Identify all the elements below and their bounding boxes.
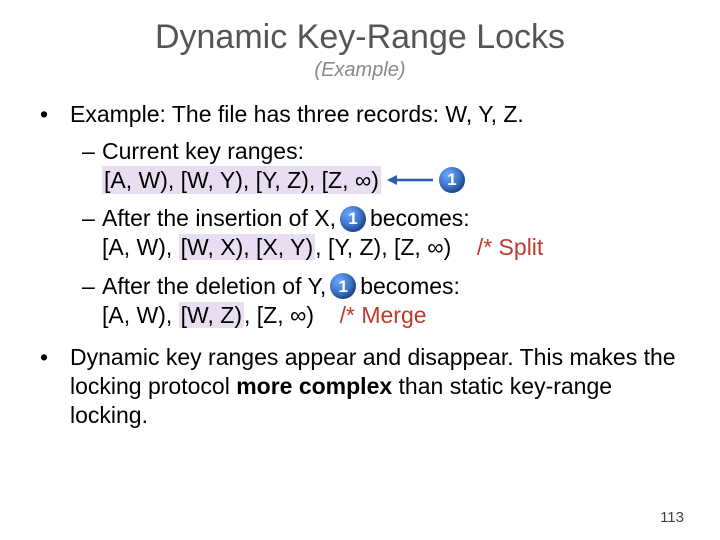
slide-title: Dynamic Key-Range Locks — [40, 18, 680, 57]
sub-3-ranges-a: [A, W), — [102, 302, 179, 328]
sub-1: – Current key ranges: [A, W), [W, Y), [Y… — [82, 137, 680, 195]
arrow-icon — [385, 170, 435, 190]
sub-2: – After the insertion of X, 1 becomes: [… — [82, 204, 680, 262]
bullet-dot: • — [40, 100, 70, 129]
bullet-2-strong: more complex — [236, 373, 392, 399]
sub-3-pre: After the deletion of Y, — [102, 272, 326, 301]
sub-3-ranges-hl: [W, Z) — [179, 302, 244, 328]
sub-2-ranges-a: [A, W), — [102, 234, 179, 260]
bullet-1: • Example: The file has three records: W… — [40, 100, 680, 129]
sub-3: – After the deletion of Y, 1 becomes: [A… — [82, 272, 680, 330]
slide-subtitle: (Example) — [40, 59, 680, 82]
bullet-2-text: Dynamic key ranges appear and disappear.… — [70, 343, 680, 429]
bullet-dot: • — [40, 343, 70, 429]
dash-icon: – — [82, 204, 102, 262]
slide-content: • Example: The file has three records: W… — [40, 100, 680, 430]
bullet-1-text: Example: The file has three records: W, … — [70, 100, 524, 129]
sub-2-ranges-hl: [W, X), [X, Y) — [179, 234, 316, 260]
sub-3-ranges-b: , [Z, ∞) — [244, 302, 314, 328]
sub-1-label: Current key ranges: — [102, 137, 680, 166]
sub-1-ranges: [A, W), [W, Y), [Y, Z), [Z, ∞) — [102, 166, 381, 195]
dash-icon: – — [82, 272, 102, 330]
sub-2-ranges-b: , [Y, Z), [Z, ∞) — [315, 234, 451, 260]
badge-1: 1 — [439, 167, 465, 193]
sub-2-comment: /* Split — [477, 234, 543, 260]
sub-3-comment: /* Merge — [340, 302, 427, 328]
page-number: 113 — [660, 509, 684, 526]
badge-1: 1 — [330, 273, 356, 299]
badge-1: 1 — [340, 206, 366, 232]
dash-icon: – — [82, 137, 102, 195]
sub-3-post: becomes: — [360, 272, 460, 301]
bullet-2: • Dynamic key ranges appear and disappea… — [40, 343, 680, 429]
sub-2-pre: After the insertion of X, — [102, 204, 336, 233]
sub-2-post: becomes: — [370, 204, 470, 233]
